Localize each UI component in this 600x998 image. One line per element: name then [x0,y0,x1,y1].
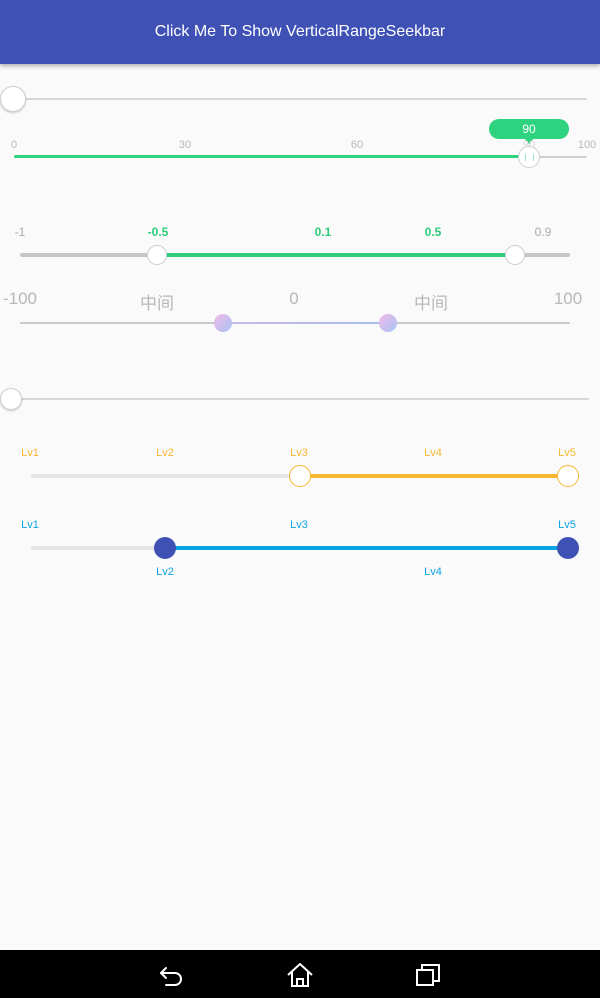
seekbar-1-track[interactable] [12,98,587,100]
seekbar-5-track[interactable] [10,398,589,400]
seekbar-5-thumb[interactable] [0,388,22,410]
seekbar-3-tick-label: 0.5 [424,225,442,239]
seekbar-4-tick-label: 中间 [140,294,174,313]
recent-apps-icon[interactable] [413,960,443,990]
header-button-label: Click Me To Show VerticalRangeSeekbar [154,23,446,40]
seekbar-6-thumb-high[interactable] [557,465,579,487]
seekbar-2-tick-label: 100 [577,139,597,151]
seekbar-4-tick-label: -100 [2,289,38,308]
home-icon[interactable] [285,960,315,990]
seekbar-3-tick-label: 0.1 [314,225,332,239]
seekbar-6-step-label: Lv4 [424,447,442,459]
seekbar-3-tick-label: -1 [14,225,26,239]
seekbar-2-tick-label: 0 [10,139,18,151]
seekbar-7-step-label: Lv4 [424,566,442,578]
seekbar-4-tick-label: 100 [553,289,583,308]
seekbar-4-tick-label: 中间 [414,294,448,313]
seekbar-6-step-label: Lv5 [558,447,576,459]
seekbar-4-thumb-high[interactable] [379,314,397,332]
seekbar-3-tick-label: -0.5 [147,225,169,239]
grip-icon [524,153,534,161]
seekbar-7-thumb-low[interactable] [154,537,176,559]
seekbar-3-tick-label: 0.9 [534,225,552,239]
seekbar-2-progress [14,155,529,158]
seekbar-7-step-label: Lv3 [290,519,308,531]
seekbar-6-step-label: Lv2 [156,447,174,459]
seekbar-2-indicator: 90 [489,119,569,139]
seekbar-3-thumb-high[interactable] [505,245,525,265]
seekbar-3-range [157,253,515,257]
seekbar-2-tick-label: 60 [350,139,364,151]
seekbar-3-thumb-low[interactable] [147,245,167,265]
seekbar-2-thumb[interactable] [518,146,540,168]
back-icon[interactable] [157,960,187,990]
seekbar-4-thumb-low[interactable] [214,314,232,332]
seekbar-6-step-label: Lv1 [21,447,39,459]
seekbar-2-tick-label: 30 [178,139,192,151]
seekbar-7-thumb-high[interactable] [557,537,579,559]
seekbar-2-indicator-text: 90 [522,122,536,136]
seekbar-7-step-label: Lv5 [558,519,576,531]
seekbar-7-step-label: Lv1 [21,519,39,531]
seekbar-1-thumb[interactable] [0,86,26,112]
navigation-bar [0,950,600,998]
seekbar-4-range [223,322,388,324]
show-vertical-range-seekbar-button[interactable]: Click Me To Show VerticalRangeSeekbar [0,0,600,64]
seekbar-6-step-label: Lv3 [290,447,308,459]
seekbar-7-range [165,546,568,550]
seekbar-4-tick-label: 0 [289,289,299,308]
seekbar-6-range [300,474,568,478]
seekbar-6-thumb-low[interactable] [289,465,311,487]
seekbar-7-step-label: Lv2 [156,566,174,578]
